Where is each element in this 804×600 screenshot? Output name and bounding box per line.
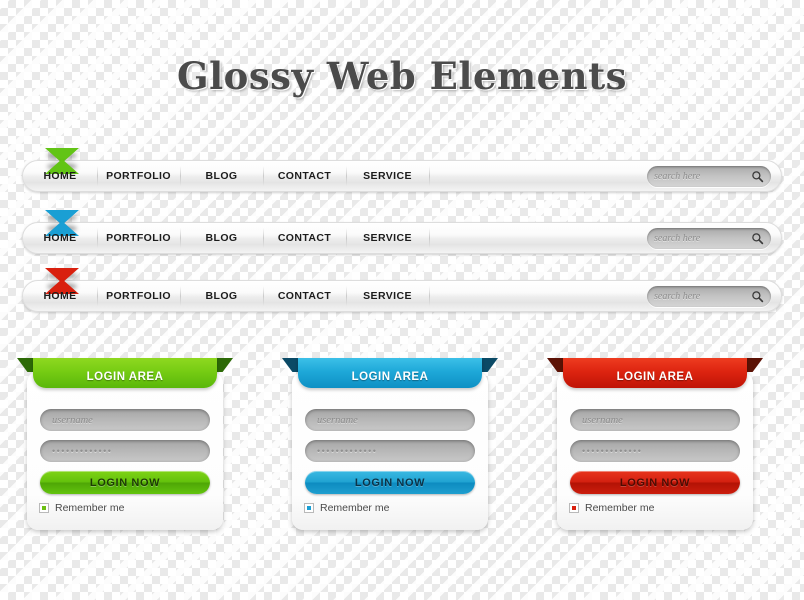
nav-separator	[429, 228, 430, 248]
search-icon[interactable]	[751, 170, 764, 183]
username-field[interactable]: username	[40, 409, 210, 431]
login-now-button[interactable]: LOGIN NOW	[305, 471, 475, 494]
nav-items-blue: HOME PORTFOLIO BLOG CONTACT SERVICE	[23, 223, 429, 253]
page-title: Glossy Web Elements	[176, 54, 627, 98]
password-value: •••••••••••••	[317, 446, 378, 456]
remember-me-checkbox[interactable]	[39, 503, 49, 513]
nav-item-portfolio[interactable]: PORTFOLIO	[97, 281, 180, 311]
remember-me-label: Remember me	[320, 502, 390, 514]
search-icon[interactable]	[751, 232, 764, 245]
login-area-title: LOGIN AREA	[33, 358, 217, 388]
remember-me-checkbox[interactable]	[304, 503, 314, 513]
password-field[interactable]: •••••••••••••	[305, 440, 475, 462]
login-card-blue: LOGIN AREA username ••••••••••••• LOGIN …	[282, 358, 498, 530]
checkbox-check-icon	[307, 506, 311, 510]
nav-item-service[interactable]: SERVICE	[346, 161, 429, 191]
remember-me-checkbox[interactable]	[569, 503, 579, 513]
navbar-blue: HOME PORTFOLIO BLOG CONTACT SERVICE sear…	[22, 210, 782, 254]
password-field[interactable]: •••••••••••••	[570, 440, 740, 462]
search-input[interactable]: search here	[654, 233, 751, 244]
search-icon[interactable]	[751, 290, 764, 303]
login-now-button[interactable]: LOGIN NOW	[40, 471, 210, 494]
password-value: •••••••••••••	[582, 446, 643, 456]
login-now-button[interactable]: LOGIN NOW	[570, 471, 740, 494]
nav-separator	[429, 286, 430, 306]
username-placeholder: username	[52, 414, 93, 426]
nav-item-blog[interactable]: BLOG	[180, 223, 263, 253]
nav-items-green: HOME PORTFOLIO BLOG CONTACT SERVICE	[23, 161, 429, 191]
search-field-blue[interactable]: search here	[647, 228, 771, 249]
nav-separator	[429, 166, 430, 186]
remember-me-label: Remember me	[585, 502, 655, 514]
canvas-stage: Glossy Web Elements HOME PORTFOLIO BLOG …	[0, 0, 804, 600]
password-field[interactable]: •••••••••••••	[40, 440, 210, 462]
navbar-green: HOME PORTFOLIO BLOG CONTACT SERVICE sear…	[22, 148, 782, 192]
nav-item-home[interactable]: HOME	[23, 223, 97, 253]
nav-item-blog[interactable]: BLOG	[180, 281, 263, 311]
username-placeholder: username	[317, 414, 358, 426]
nav-item-blog[interactable]: BLOG	[180, 161, 263, 191]
login-card-green: LOGIN AREA username ••••••••••••• LOGIN …	[17, 358, 233, 530]
remember-me-label: Remember me	[55, 502, 125, 514]
nav-item-service[interactable]: SERVICE	[346, 281, 429, 311]
checkbox-check-icon	[42, 506, 46, 510]
login-area-ribbon: LOGIN AREA	[282, 358, 498, 388]
nav-items-red: HOME PORTFOLIO BLOG CONTACT SERVICE	[23, 281, 429, 311]
login-area-ribbon: LOGIN AREA	[17, 358, 233, 388]
nav-item-contact[interactable]: CONTACT	[263, 223, 346, 253]
search-input[interactable]: search here	[654, 171, 751, 182]
search-field-green[interactable]: search here	[647, 166, 771, 187]
login-area-ribbon: LOGIN AREA	[547, 358, 763, 388]
search-field-red[interactable]: search here	[647, 286, 771, 307]
nav-item-home[interactable]: HOME	[23, 161, 97, 191]
username-field[interactable]: username	[570, 409, 740, 431]
nav-item-service[interactable]: SERVICE	[346, 223, 429, 253]
search-input[interactable]: search here	[654, 291, 751, 302]
nav-item-portfolio[interactable]: PORTFOLIO	[97, 161, 180, 191]
login-area-title: LOGIN AREA	[563, 358, 747, 388]
nav-item-contact[interactable]: CONTACT	[263, 281, 346, 311]
navbar-red: HOME PORTFOLIO BLOG CONTACT SERVICE sear…	[22, 268, 782, 312]
remember-me-row[interactable]: Remember me	[569, 502, 654, 514]
login-card-red: LOGIN AREA username ••••••••••••• LOGIN …	[547, 358, 763, 530]
password-value: •••••••••••••	[52, 446, 113, 456]
checkbox-check-icon	[572, 506, 576, 510]
nav-item-contact[interactable]: CONTACT	[263, 161, 346, 191]
remember-me-row[interactable]: Remember me	[39, 502, 124, 514]
username-placeholder: username	[582, 414, 623, 426]
login-area-title: LOGIN AREA	[298, 358, 482, 388]
nav-item-portfolio[interactable]: PORTFOLIO	[97, 223, 180, 253]
remember-me-row[interactable]: Remember me	[304, 502, 389, 514]
nav-item-home[interactable]: HOME	[23, 281, 97, 311]
username-field[interactable]: username	[305, 409, 475, 431]
